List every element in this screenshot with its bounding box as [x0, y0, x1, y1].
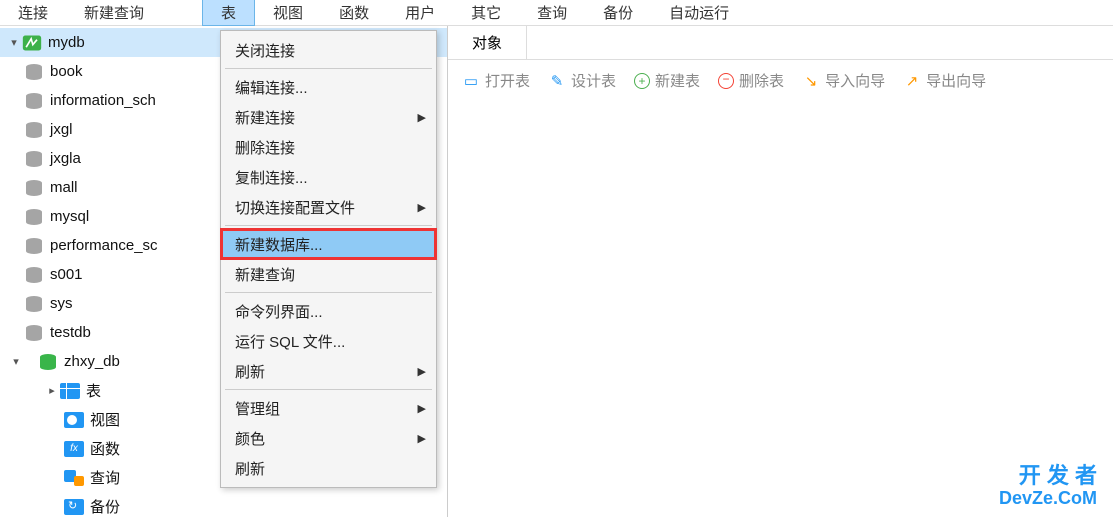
ctx-cli[interactable]: 命令列界面...: [221, 296, 436, 326]
separator: [225, 292, 432, 293]
import-icon: ↘: [802, 72, 820, 90]
ctx-new-conn[interactable]: 新建连接▶: [221, 102, 436, 132]
delete-table-button[interactable]: −删除表: [718, 70, 784, 91]
export-wizard-button[interactable]: ↗导出向导: [903, 70, 986, 91]
backup-icon: [64, 499, 84, 515]
pencil-icon: ✎: [548, 72, 566, 90]
database-icon: [24, 179, 44, 197]
toolbar: ▭打开表 ✎设计表 +新建表 −删除表 ↘导入向导 ↗导出向导: [448, 60, 1113, 101]
menu-auto-run[interactable]: 自动运行: [651, 0, 747, 25]
conn-label: mydb: [48, 34, 85, 51]
chevron-right-icon: ▶: [418, 402, 426, 415]
query-icon: [64, 470, 84, 486]
menu-view[interactable]: 视图: [255, 0, 321, 25]
database-icon: [24, 295, 44, 313]
chevron-right-icon: ▶: [418, 432, 426, 445]
folder-open-icon: ▭: [462, 72, 480, 90]
chevron-right-icon[interactable]: ▸: [44, 384, 60, 397]
database-icon: [24, 266, 44, 284]
export-icon: ↗: [903, 72, 921, 90]
ctx-run-sql[interactable]: 运行 SQL 文件...: [221, 326, 436, 356]
chevron-right-icon: ▶: [418, 365, 426, 378]
ctx-refresh2[interactable]: 刷新: [221, 453, 436, 483]
chevron-down-icon[interactable]: ▾: [6, 36, 22, 49]
database-icon: [24, 121, 44, 139]
separator: [225, 68, 432, 69]
database-icon: [24, 63, 44, 81]
chevron-right-icon: ▶: [418, 111, 426, 124]
table-icon: [60, 383, 80, 399]
menu-table[interactable]: 表: [202, 0, 255, 26]
tab-objects[interactable]: 对象: [448, 26, 527, 59]
database-icon: [24, 237, 44, 255]
ctx-close-conn[interactable]: 关闭连接: [221, 35, 436, 65]
plus-circle-icon: +: [634, 73, 650, 89]
menu-other[interactable]: 其它: [453, 0, 519, 25]
chevron-right-icon: ▶: [418, 201, 426, 214]
chevron-down-icon[interactable]: ▾: [8, 355, 24, 368]
content-area: 对象 ▭打开表 ✎设计表 +新建表 −删除表 ↘导入向导 ↗导出向导: [448, 26, 1113, 517]
menu-new-query[interactable]: 新建查询: [66, 0, 162, 25]
ctx-manage-group[interactable]: 管理组▶: [221, 393, 436, 423]
database-icon: [24, 92, 44, 110]
separator: [225, 225, 432, 226]
design-table-button[interactable]: ✎设计表: [548, 70, 616, 91]
open-table-button[interactable]: ▭打开表: [462, 70, 530, 91]
separator: [225, 389, 432, 390]
menu-connect[interactable]: 连接: [0, 0, 66, 25]
menu-backup[interactable]: 备份: [585, 0, 651, 25]
function-icon: fx: [64, 441, 84, 457]
ctx-new-query[interactable]: 新建查询: [221, 259, 436, 289]
ctx-refresh[interactable]: 刷新▶: [221, 356, 436, 386]
top-menu: 连接 新建查询 表 视图 函数 用户 其它 查询 备份 自动运行: [0, 0, 1113, 26]
database-icon: [24, 208, 44, 226]
import-wizard-button[interactable]: ↘导入向导: [802, 70, 885, 91]
connection-icon: [22, 34, 42, 52]
database-icon: [24, 150, 44, 168]
new-table-button[interactable]: +新建表: [634, 70, 700, 91]
ctx-edit-conn[interactable]: 编辑连接...: [221, 72, 436, 102]
menu-query[interactable]: 查询: [519, 0, 585, 25]
ctx-color[interactable]: 颜色▶: [221, 423, 436, 453]
database-icon: [24, 324, 44, 342]
node-backups[interactable]: 备份: [0, 492, 447, 517]
menu-function[interactable]: 函数: [321, 0, 387, 25]
menu-user[interactable]: 用户: [387, 0, 453, 25]
ctx-new-database[interactable]: 新建数据库...: [221, 229, 436, 259]
context-menu: 关闭连接 编辑连接... 新建连接▶ 删除连接 复制连接... 切换连接配置文件…: [220, 30, 437, 488]
ctx-copy-conn[interactable]: 复制连接...: [221, 162, 436, 192]
ctx-switch-profile[interactable]: 切换连接配置文件▶: [221, 192, 436, 222]
database-open-icon: [38, 353, 58, 371]
minus-circle-icon: −: [718, 73, 734, 89]
watermark: 开 发 者 DevZe.CoM: [999, 463, 1097, 509]
view-icon: [64, 412, 84, 428]
ctx-del-conn[interactable]: 删除连接: [221, 132, 436, 162]
